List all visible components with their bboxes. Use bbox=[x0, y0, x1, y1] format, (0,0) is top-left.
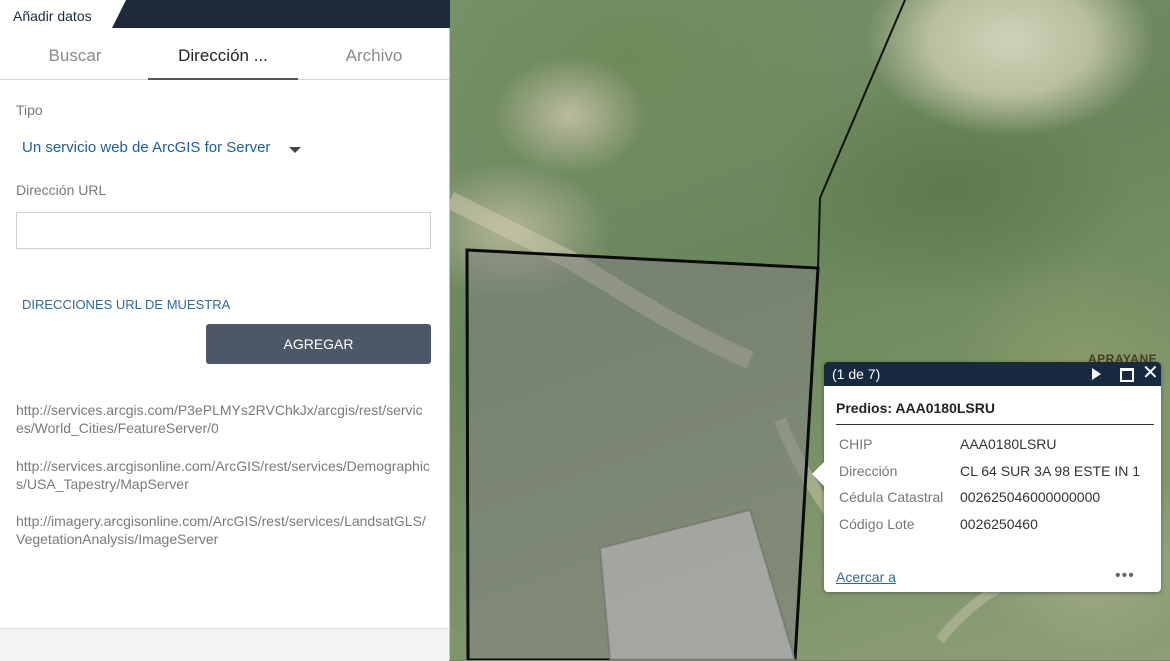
attribute-value: 0026250460 bbox=[960, 516, 1038, 532]
url-label: Dirección URL bbox=[16, 182, 107, 198]
add-button[interactable]: AGREGAR bbox=[206, 324, 431, 364]
tab-file[interactable]: Archivo bbox=[299, 28, 449, 79]
attribute-row: Cédula Catastral 002625046000000000 bbox=[839, 489, 1159, 509]
attribute-key: Cédula Catastral bbox=[839, 489, 944, 505]
popup-divider bbox=[836, 424, 1154, 425]
sample-url: http://imagery.arcgisonline.com/ArcGIS/r… bbox=[16, 513, 426, 547]
popup-title: Predios: AAA0180LSRU bbox=[836, 400, 995, 416]
attribute-key: Código Lote bbox=[839, 516, 915, 532]
chevron-down-icon[interactable] bbox=[289, 147, 301, 153]
attribute-row: Código Lote 0026250460 bbox=[839, 516, 1159, 536]
attribute-value: CL 64 SUR 3A 98 ESTE IN 1 bbox=[960, 463, 1141, 479]
panel-tabs: Buscar Dirección ... Archivo bbox=[0, 28, 449, 80]
popup-header: (1 de 7) ✕ bbox=[824, 362, 1161, 386]
tab-search[interactable]: Buscar bbox=[0, 28, 150, 79]
type-label: Tipo bbox=[16, 102, 43, 118]
attribute-value: AAA0180LSRU bbox=[960, 436, 1057, 452]
sample-urls-link[interactable]: DIRECCIONES URL DE MUESTRA bbox=[22, 297, 230, 312]
attribute-value: 002625046000000000 bbox=[960, 489, 1101, 505]
sample-url: http://services.arcgis.com/P3ePLMYs2RVCh… bbox=[16, 402, 423, 436]
panel-footer bbox=[0, 628, 449, 661]
sample-url: http://services.arcgisonline.com/ArcGIS/… bbox=[16, 458, 430, 492]
popup-feature-count: (1 de 7) bbox=[832, 366, 881, 382]
more-options-icon[interactable]: ••• bbox=[1115, 567, 1135, 585]
panel-title: Añadir datos bbox=[0, 0, 126, 28]
next-feature-icon[interactable] bbox=[1092, 368, 1101, 380]
attribute-key: CHIP bbox=[839, 436, 873, 452]
service-type-select[interactable]: Un servicio web de ArcGIS for Server bbox=[22, 139, 270, 156]
maximize-icon[interactable] bbox=[1120, 368, 1134, 382]
attribute-row: Dirección CL 64 SUR 3A 98 ESTE IN 1 bbox=[839, 463, 1159, 483]
close-icon[interactable]: ✕ bbox=[1142, 363, 1159, 383]
zoom-to-link[interactable]: Acercar a bbox=[836, 569, 896, 585]
tab-url[interactable]: Dirección ... bbox=[148, 28, 298, 80]
url-input[interactable] bbox=[16, 212, 431, 249]
parcel-boundary-line bbox=[817, 0, 906, 269]
add-data-panel: Añadir datos Buscar Dirección ... Archiv… bbox=[0, 0, 450, 661]
feature-popup: (1 de 7) ✕ Predios: AAA0180LSRU CHIP AAA… bbox=[812, 362, 1161, 592]
attribute-row: CHIP AAA0180LSRU bbox=[839, 436, 1159, 456]
attribute-key: Dirección bbox=[839, 463, 898, 479]
